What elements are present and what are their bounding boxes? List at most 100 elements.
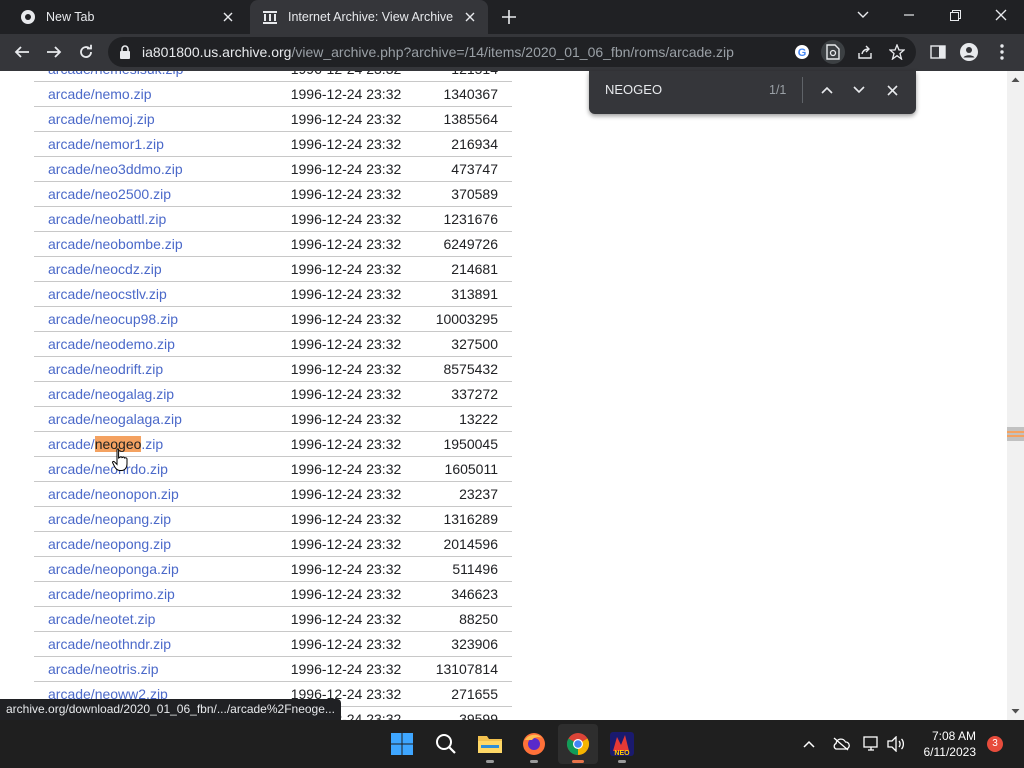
file-link[interactable]: arcade/neo2500.zip <box>48 186 171 202</box>
file-row: arcade/neotris.zip 1996-12-24 23:32 131078… <box>34 656 512 682</box>
address-bar[interactable]: ia801800.us.archive.org/view_archive.php… <box>108 37 916 67</box>
lock-icon[interactable] <box>118 45 132 59</box>
file-link[interactable]: arcade/neodrift.zip <box>48 361 163 377</box>
back-button[interactable] <box>8 38 36 66</box>
file-date-cell: 1996-12-24 23:32 <box>275 656 436 682</box>
start-button[interactable] <box>382 724 422 764</box>
close-icon <box>886 84 898 96</box>
side-panel-button[interactable] <box>924 38 952 66</box>
file-row: arcade/nemor1.zip 1996-12-24 23:32 216934 <box>34 131 512 157</box>
file-link[interactable]: arcade/neo3ddmo.zip <box>48 161 183 177</box>
reload-button[interactable] <box>72 38 100 66</box>
file-name-cell: arcade/neogalaga.zip <box>34 406 276 432</box>
volume-tray-icon[interactable] <box>886 734 906 754</box>
file-name-cell: arcade/neotris.zip <box>34 656 276 682</box>
file-row: arcade/neonrdo.zip 1996-12-24 23:32 160501… <box>34 456 512 482</box>
chevron-down-icon <box>853 86 865 94</box>
file-size-cell: 2014596 <box>435 531 512 557</box>
file-link[interactable]: arcade/neocdz.zip <box>48 261 162 277</box>
bookmark-star-icon[interactable] <box>885 40 909 64</box>
google-lens-icon[interactable]: G <box>790 40 814 64</box>
minimize-button[interactable] <box>886 0 932 30</box>
file-size-cell: 323906 <box>435 631 512 657</box>
file-link[interactable]: arcade/neodemo.zip <box>48 336 175 352</box>
file-link[interactable]: arcade/neogalag.zip <box>48 386 174 402</box>
archive-file-table: arcade/nemesisuk.zip1996-12-24 23:321215… <box>34 71 512 720</box>
file-size-cell: 271655 <box>435 681 512 707</box>
file-link[interactable]: arcade/neotris.zip <box>48 661 159 677</box>
file-explorer-button[interactable] <box>470 724 510 764</box>
tab-new-tab[interactable]: New Tab <box>8 0 246 34</box>
scroll-down-arrow-icon[interactable] <box>1011 707 1020 716</box>
file-name-cell: arcade/neo3ddmo.zip <box>34 156 276 182</box>
file-link[interactable]: arcade/neopang.zip <box>48 511 171 527</box>
file-size-cell: 337272 <box>435 381 512 407</box>
tab-search-button[interactable] <box>840 0 886 30</box>
file-size-cell: 13222 <box>435 406 512 432</box>
file-size-cell: 313891 <box>435 281 512 307</box>
close-window-button[interactable] <box>978 0 1024 30</box>
file-row: arcade/neocup98.zip 1996-12-24 23:32 10003… <box>34 306 512 332</box>
side-panel-icon <box>930 45 946 59</box>
file-name-cell: arcade/neonrdo.zip <box>34 456 276 482</box>
file-link[interactable]: arcade/nemoj.zip <box>48 111 155 127</box>
notification-count-badge[interactable]: 3 <box>987 736 1003 752</box>
file-row: arcade/neopang.zip 1996-12-24 23:32 131628… <box>34 506 512 532</box>
find-in-page-icon[interactable] <box>821 40 845 64</box>
find-previous-button[interactable] <box>815 78 839 102</box>
file-link[interactable]: arcade/neocup98.zip <box>48 311 178 327</box>
file-link[interactable]: arcade/neothndr.zip <box>48 636 171 652</box>
file-date-cell: 1996-12-24 23:32 <box>275 381 436 407</box>
scroll-up-arrow-icon[interactable] <box>1011 75 1020 84</box>
close-tab-icon[interactable] <box>218 7 238 27</box>
tab-title: New Tab <box>46 10 95 24</box>
vertical-scrollbar[interactable] <box>1007 71 1024 720</box>
file-link[interactable]: arcade/nemor1.zip <box>48 136 164 152</box>
file-size-cell: 1316289 <box>435 506 512 532</box>
share-icon[interactable] <box>853 40 877 64</box>
file-row: arcade/neodemo.zip 1996-12-24 23:32 327500 <box>34 331 512 357</box>
file-link[interactable]: arcade/neocstlv.zip <box>48 286 167 302</box>
taskbar-clock[interactable]: 7:08 AM 6/11/2023 <box>908 728 977 760</box>
forward-button[interactable] <box>40 38 68 66</box>
firefox-button[interactable] <box>514 724 554 764</box>
running-indicator <box>618 760 626 763</box>
file-link[interactable]: arcade/nemo.zip <box>48 86 152 102</box>
file-link[interactable]: arcade/neogalaga.zip <box>48 411 182 427</box>
folder-icon <box>478 736 502 753</box>
active-indicator <box>572 760 584 763</box>
link-status-bubble: archive.org/download/2020_01_06_fbn/.../… <box>0 699 341 720</box>
network-tray-icon[interactable] <box>862 734 882 754</box>
file-link[interactable]: arcade/neonopon.zip <box>48 486 179 502</box>
file-link[interactable]: arcade/neogeo.zip <box>48 436 163 452</box>
file-link[interactable]: arcade/neopong.zip <box>48 536 171 552</box>
find-input[interactable]: NEOGEO <box>605 71 662 109</box>
plus-icon <box>502 10 516 24</box>
file-link[interactable]: arcade/neobombe.zip <box>48 236 183 252</box>
chrome-menu-button[interactable] <box>988 38 1016 66</box>
profile-button[interactable] <box>955 38 983 66</box>
show-hidden-icons-button[interactable] <box>799 734 819 754</box>
file-date-cell: 1996-12-24 23:32 <box>275 106 436 132</box>
tab-internet-archive[interactable]: Internet Archive: View Archive <box>250 0 488 34</box>
file-link[interactable]: arcade/neoponga.zip <box>48 561 179 577</box>
file-link[interactable]: arcade/neotet.zip <box>48 611 155 627</box>
find-close-button[interactable] <box>880 78 904 102</box>
file-link[interactable]: arcade/neoprimo.zip <box>48 586 175 602</box>
file-link[interactable]: arcade/neonrdo.zip <box>48 461 168 477</box>
chrome-taskbar-button[interactable] <box>558 724 598 764</box>
find-next-button[interactable] <box>847 78 871 102</box>
search-button[interactable] <box>426 724 466 764</box>
onedrive-tray-icon[interactable] <box>831 734 851 754</box>
file-date-cell: 1996-12-24 23:32 <box>275 431 436 457</box>
file-row: arcade/neo3ddmo.zip 1996-12-24 23:32 47374… <box>34 156 512 182</box>
file-name-cell: arcade/neobombe.zip <box>34 231 276 257</box>
close-tab-icon[interactable] <box>460 7 480 27</box>
restore-button[interactable] <box>932 0 978 30</box>
neo-app-button[interactable]: NEO <box>602 724 642 764</box>
file-link[interactable]: arcade/nemesisuk.zip <box>48 71 183 77</box>
new-tab-button[interactable] <box>498 7 520 27</box>
url-text[interactable]: ia801800.us.archive.org/view_archive.php… <box>142 37 734 67</box>
file-name-cell: arcade/neogeo.zip <box>34 431 276 457</box>
file-link[interactable]: arcade/neobattl.zip <box>48 211 166 227</box>
